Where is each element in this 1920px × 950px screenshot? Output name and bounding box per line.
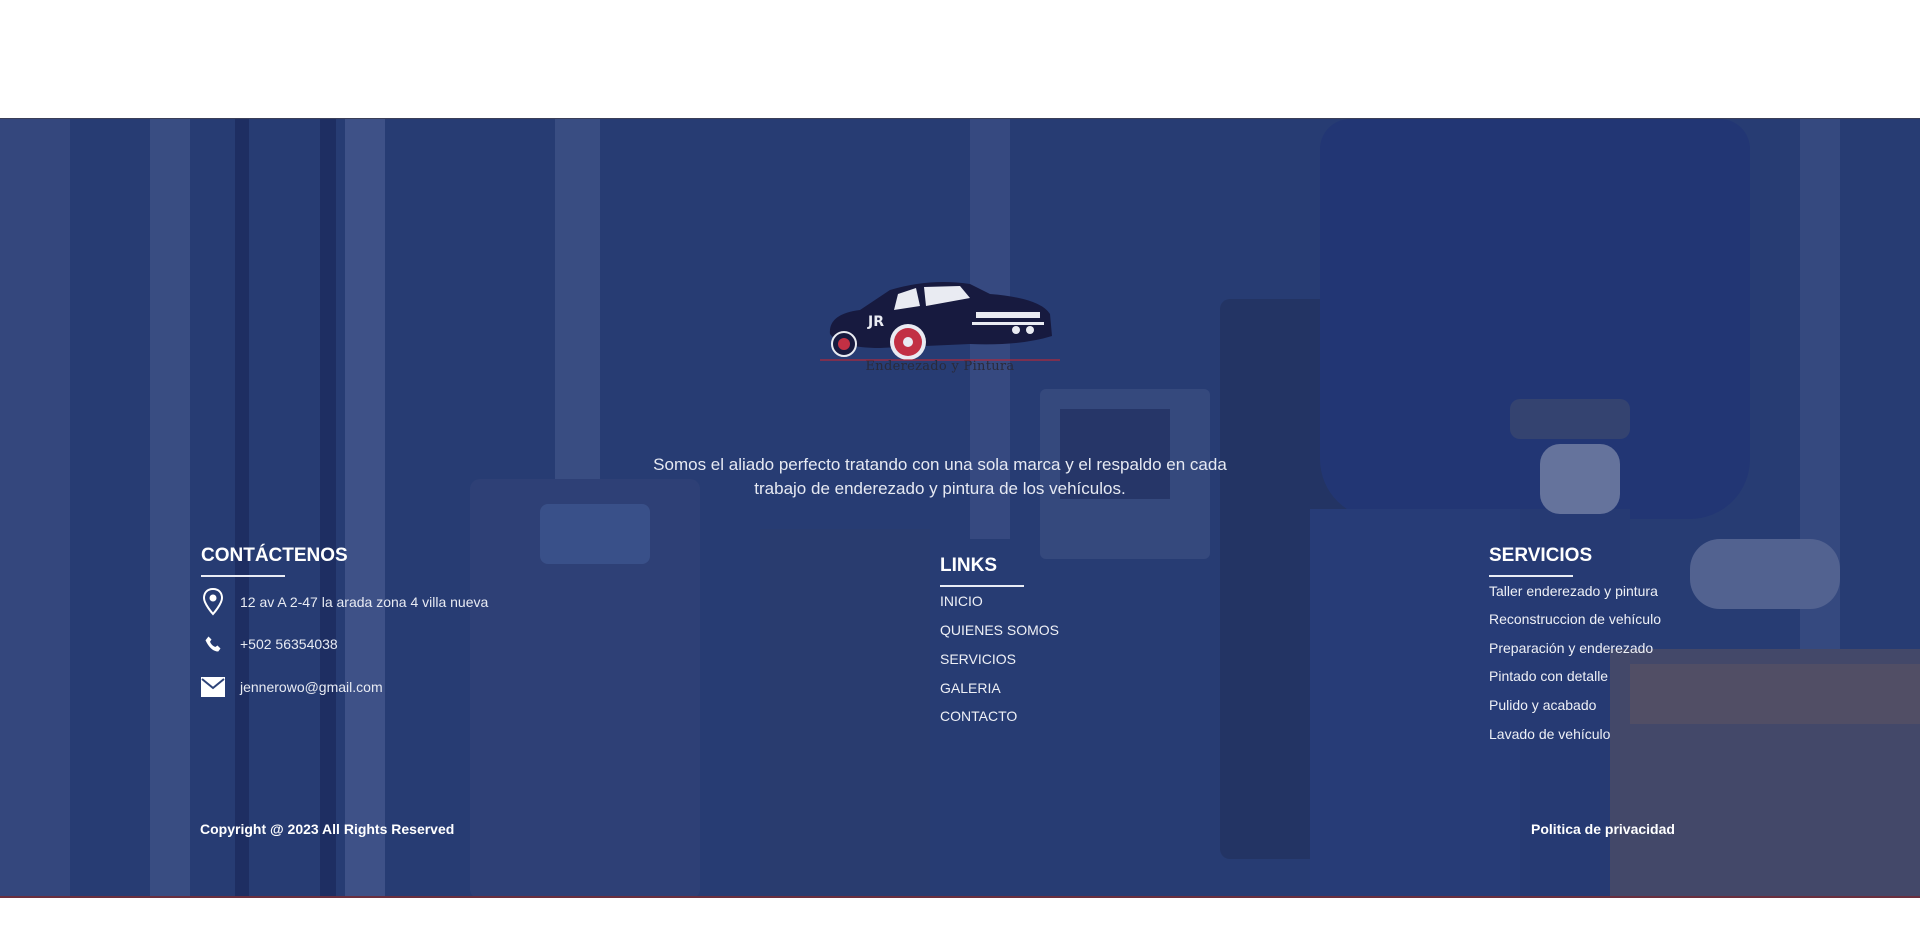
page-top-area [0, 0, 1920, 118]
blue-overlay [0, 119, 1920, 896]
logo-caption: Enderezado y Pintura [865, 359, 1015, 374]
location-pin-icon [200, 588, 226, 616]
privacy-policy-link[interactable]: Politica de privacidad [1531, 821, 1675, 837]
phone-text[interactable]: +502 56354038 [240, 636, 338, 652]
contact-title: CONTÁCTENOS [201, 545, 348, 577]
nav-link-servicios[interactable]: SERVICIOS [940, 651, 1016, 667]
address-text: 12 av A 2-47 la arada zona 4 villa nueva [240, 594, 489, 610]
links-title: LINKS [940, 555, 1024, 587]
service-item[interactable]: Reconstruccion de vehículo [1489, 611, 1661, 627]
mail-icon [200, 674, 226, 700]
service-item[interactable]: Taller enderezado y pintura [1489, 583, 1658, 599]
nav-link-quienes-somos[interactable]: QUIENES SOMOS [940, 622, 1059, 638]
contact-phone: +502 56354038 [200, 631, 338, 657]
nav-link-galeria[interactable]: GALERIA [940, 680, 1001, 696]
nav-link-inicio[interactable]: INICIO [940, 593, 983, 609]
email-text[interactable]: jennerowo@gmail.com [240, 679, 383, 695]
services-title: SERVICIOS [1489, 545, 1593, 577]
service-item[interactable]: Lavado de vehículo [1489, 726, 1610, 742]
phone-icon [200, 631, 226, 657]
copyright-text: Copyright @ 2023 All Rights Reserved [200, 821, 455, 837]
service-item[interactable]: Preparación y enderezado [1489, 640, 1653, 656]
nav-link-contacto[interactable]: CONTACTO [940, 708, 1017, 724]
site-footer: JR Enderezado y Pintura Somos el aliado … [0, 118, 1920, 898]
service-item[interactable]: Pulido y acabado [1489, 697, 1596, 713]
contact-address: 12 av A 2-47 la arada zona 4 villa nueva [200, 588, 489, 616]
footer-tagline: Somos el aliado perfecto tratando con un… [653, 455, 1227, 498]
contact-email: jennerowo@gmail.com [200, 674, 383, 700]
car-logo-icon[interactable]: JR [820, 264, 1060, 374]
logo-initials: JR [867, 314, 884, 330]
service-item[interactable]: Pintado con detalle [1489, 668, 1608, 684]
